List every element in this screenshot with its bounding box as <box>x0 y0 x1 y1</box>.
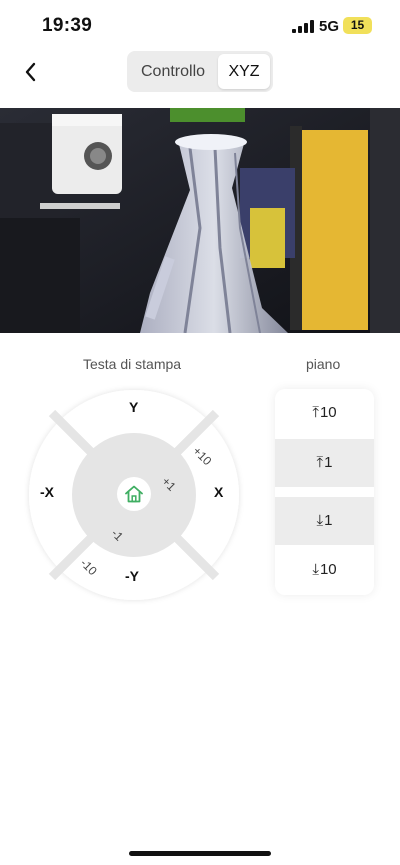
arrow-down-to-bar-icon: ⤓ <box>316 512 324 529</box>
y-minus-button[interactable]: -Y <box>125 568 139 584</box>
home-icon <box>125 485 143 503</box>
home-indicator[interactable] <box>129 851 271 856</box>
z-up-1-value: 1 <box>324 454 333 471</box>
z-up-10-button[interactable]: ⤒10 <box>275 389 374 437</box>
arrow-up-to-bar-icon: ⤒ <box>312 404 319 421</box>
z-up-10-value: 10 <box>319 404 337 421</box>
print-head-label: Testa di stampa <box>83 356 182 372</box>
z-down-1-button[interactable]: ⤓1 <box>275 497 374 545</box>
arrow-up-to-bar-icon: ⤒ <box>316 454 324 471</box>
network-label: 5G <box>319 18 340 35</box>
tab-controllo[interactable]: Controllo <box>130 54 216 89</box>
status-bar: 19:39 5G 15 <box>0 0 400 50</box>
status-time: 19:39 <box>42 15 93 36</box>
home-button[interactable] <box>117 477 151 511</box>
camera-feed <box>0 108 400 333</box>
battery-indicator: 15 <box>343 17 372 34</box>
back-button[interactable] <box>18 58 44 86</box>
x-minus-button[interactable]: -X <box>40 484 54 500</box>
z-down-10-button[interactable]: ⤓10 <box>275 546 374 594</box>
z-axis-controls: ⤒10 ⤒1 ⤓1 ⤓10 <box>275 389 374 595</box>
z-up-1-button[interactable]: ⤒1 <box>275 439 374 487</box>
mode-segmented-control: Controllo XYZ <box>127 51 273 92</box>
arrow-down-to-bar-icon: ⤓ <box>312 561 319 578</box>
tab-xyz[interactable]: XYZ <box>218 54 270 89</box>
camera-image <box>0 108 400 333</box>
signal-icon <box>292 20 314 33</box>
z-down-10-value: 10 <box>319 561 337 578</box>
y-plus-button[interactable]: Y <box>129 399 138 415</box>
bed-label: piano <box>306 356 341 372</box>
xy-jog-pad: Y -Y X -X +10 +1 -1 -10 <box>24 385 244 605</box>
z-down-1-value: 1 <box>324 512 333 529</box>
chevron-left-icon <box>25 62 36 82</box>
x-plus-button[interactable]: X <box>214 484 223 500</box>
